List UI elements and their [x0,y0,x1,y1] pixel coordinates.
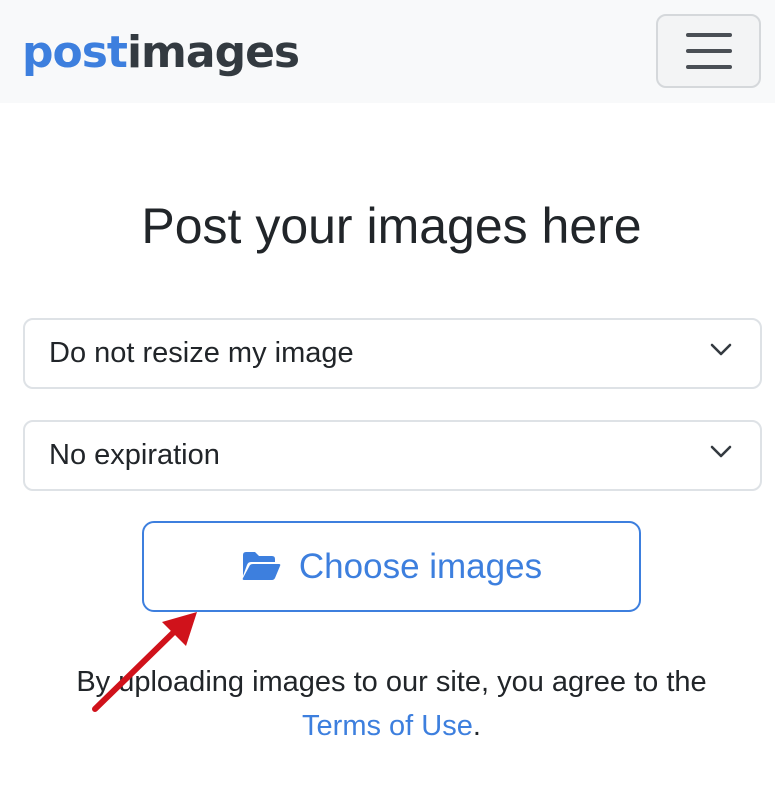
choose-images-label: Choose images [298,546,543,586]
terms-text: By uploading images to our site, you agr… [76,666,707,698]
terms-suffix: . [472,710,481,742]
folder-open-icon [242,551,281,580]
terms-of-use-link[interactable]: Terms of Use [302,710,473,742]
hamburger-icon [685,33,732,69]
chevron-down-icon [710,343,732,356]
choose-images-button[interactable]: Choose images [142,521,641,612]
expiration-select[interactable]: No expiration [23,420,762,491]
expiration-select-value: No expiration [49,439,220,471]
logo-part-post: post [22,27,128,78]
chevron-down-icon [710,445,732,458]
menu-toggle-button[interactable] [656,14,761,88]
resize-select-value: Do not resize my image [49,337,354,369]
page-title: Post your images here [141,198,642,254]
logo-part-images: images [126,27,300,78]
terms-notice: By uploading images to our site, you agr… [0,660,775,748]
navbar: postimages [0,0,775,103]
resize-select[interactable]: Do not resize my image [23,318,762,389]
site-logo[interactable]: postimages [22,23,300,83]
page: postimages Post your images here Do not … [0,0,775,800]
